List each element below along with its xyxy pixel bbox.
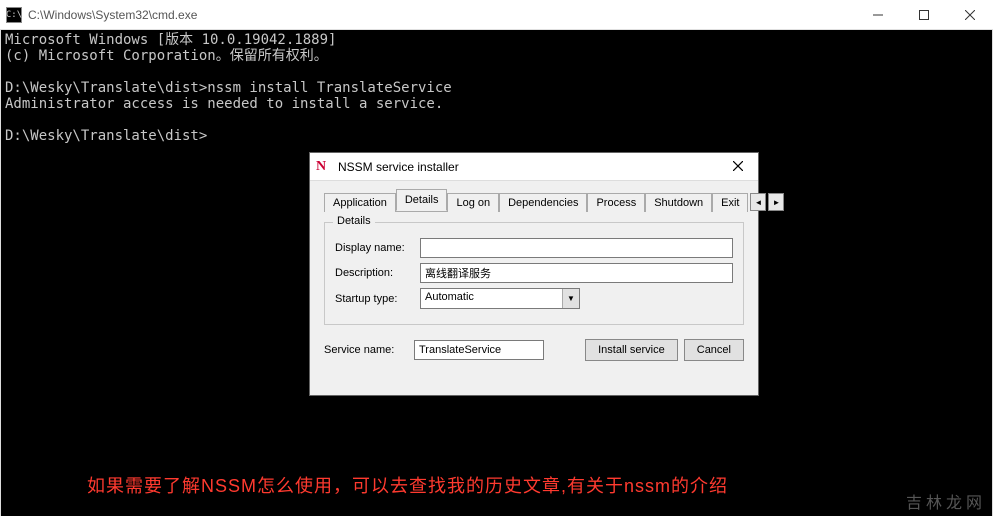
window-title: C:\Windows\System32\cmd.exe xyxy=(28,8,855,22)
startup-row: Startup type: Automatic ▼ xyxy=(335,288,733,309)
tab-scroll-left[interactable]: ◄ xyxy=(750,193,766,211)
watermark: 吉林龙网 xyxy=(906,496,986,512)
display-name-label: Display name: xyxy=(335,242,420,254)
dialog-close-button[interactable] xyxy=(724,159,752,174)
tab-strip: Application Details Log on Dependencies … xyxy=(324,189,744,212)
dialog-titlebar: N NSSM service installer xyxy=(310,153,758,181)
nssm-icon: N xyxy=(316,159,332,175)
tab-scroll: ◄ ► xyxy=(748,193,784,211)
tab-exit[interactable]: Exit xyxy=(712,193,748,212)
details-groupbox: Details Display name: Description: Start… xyxy=(324,222,744,325)
display-name-input[interactable] xyxy=(420,238,733,258)
cmd-icon: C:\ xyxy=(6,7,22,23)
startup-select[interactable]: Automatic xyxy=(420,288,580,309)
dialog-title: NSSM service installer xyxy=(338,160,724,174)
tab-dependencies[interactable]: Dependencies xyxy=(499,193,587,212)
close-button[interactable] xyxy=(947,0,993,30)
tab-logon[interactable]: Log on xyxy=(447,193,499,212)
minimize-button[interactable] xyxy=(855,0,901,30)
dialog-footer: Service name: Install service Cancel xyxy=(324,339,744,361)
startup-select-wrap: Automatic ▼ xyxy=(420,288,580,309)
dialog-body: Application Details Log on Dependencies … xyxy=(310,181,758,371)
startup-label: Startup type: xyxy=(335,293,420,305)
cancel-button[interactable]: Cancel xyxy=(684,339,744,361)
tab-shutdown[interactable]: Shutdown xyxy=(645,193,712,212)
description-row: Description: xyxy=(335,263,733,283)
description-input[interactable] xyxy=(420,263,733,283)
tab-details[interactable]: Details xyxy=(396,189,448,211)
tab-scroll-right[interactable]: ► xyxy=(768,193,784,211)
console-text: Microsoft Windows [版本 10.0.19042.1889] (… xyxy=(5,32,452,144)
tab-application[interactable]: Application xyxy=(324,193,396,212)
display-name-row: Display name: xyxy=(335,238,733,258)
description-label: Description: xyxy=(335,267,420,279)
nssm-dialog: N NSSM service installer Application Det… xyxy=(309,152,759,396)
service-name-input[interactable] xyxy=(414,340,544,360)
tab-process[interactable]: Process xyxy=(587,193,645,212)
window-controls xyxy=(855,0,993,30)
annotation-text: 如果需要了解NSSM怎么使用，可以去查找我的历史文章,有关于nssm的介绍 xyxy=(87,478,728,494)
maximize-button[interactable] xyxy=(901,0,947,30)
install-service-button[interactable]: Install service xyxy=(585,339,678,361)
service-name-label: Service name: xyxy=(324,344,414,356)
window-titlebar: C:\ C:\Windows\System32\cmd.exe xyxy=(0,0,993,30)
details-group-label: Details xyxy=(333,215,375,227)
